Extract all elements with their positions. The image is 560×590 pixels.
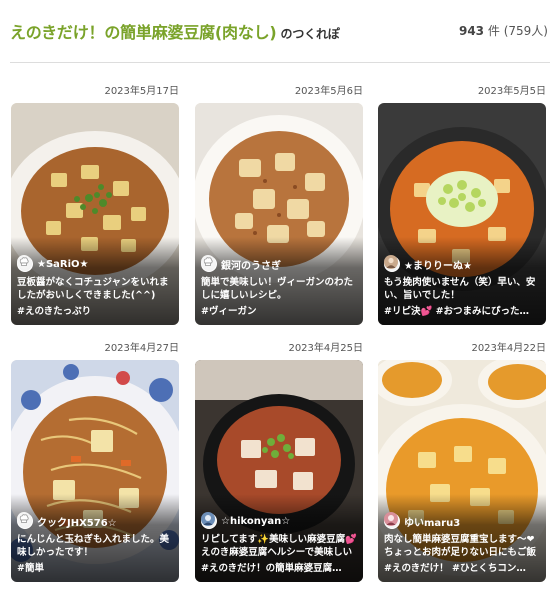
report-overlay: ★SaRiO★ 豆板醤がなくコチュジャンをいれましたがおいしくできました(^^)… xyxy=(17,255,173,319)
report-photo[interactable]: クックJHX576☆ にんじんと玉ねぎも入れました。美味しかったです！ #簡単 xyxy=(11,360,179,582)
report-tags[interactable]: #簡単 xyxy=(17,562,173,576)
report-photo[interactable]: ☆hikonyan☆ リピしてます✨美味しい麻婆豆腐💕えのき麻婆豆腐ヘルシーで美… xyxy=(195,360,363,582)
report-comment: リピしてます✨美味しい麻婆豆腐💕えのき麻婆豆腐ヘルシーで美味しい✨ご飯と一緒に美… xyxy=(201,534,357,558)
author-name: ゆいmaru3 xyxy=(404,517,461,529)
chef-hat-icon xyxy=(201,255,217,272)
page-header: えのきだけ！の簡単麻婆豆腐(肉なし) のつくれぽ 943 件 (759人) xyxy=(10,16,550,52)
report-date: 2023年5月5日 xyxy=(477,86,546,97)
report-photo[interactable]: ★SaRiO★ 豆板醤がなくコチュジャンをいれましたがおいしくできました(^^)… xyxy=(11,103,179,325)
chef-hat-icon xyxy=(17,512,33,529)
report-date: 2023年4月25日 xyxy=(288,343,363,354)
report-comment: もう挽肉使いません（笑）早い、安い、旨いでした！ xyxy=(384,277,536,301)
report-tags[interactable]: #ヴィーガン xyxy=(201,305,357,319)
report-date: 2023年4月22日 xyxy=(471,343,546,354)
report-photo[interactable]: ★まりりーぬ★ もう挽肉使いません（笑）早い、安い、旨いでした！ #リピ決💕 #… xyxy=(378,103,546,325)
title-suffix: のつくれぽ xyxy=(280,27,340,41)
report-author[interactable]: ★SaRiO★ xyxy=(17,255,173,273)
report-count-number: 943 xyxy=(458,24,485,38)
report-count-people: (759人) xyxy=(503,24,548,38)
user-photo-icon xyxy=(384,255,400,272)
report-overlay: ★まりりーぬ★ もう挽肉使いません（笑）早い、安い、旨いでした！ #リピ決💕 #… xyxy=(384,255,540,319)
report-photo[interactable]: ゆいmaru3 肉なし簡単麻婆豆腐重宝します〜❤ちょっとお肉が足りない日にもご飯… xyxy=(378,360,546,582)
report-comment: 豆板醤がなくコチュジャンをいれましたがおいしくできました(^^) xyxy=(17,277,169,301)
header-divider xyxy=(10,62,550,63)
report-author[interactable]: ★まりりーぬ★ xyxy=(384,255,540,273)
author-name: ☆hikonyan☆ xyxy=(221,515,291,527)
report-tags[interactable]: #えのきだけ！の簡単麻婆豆腐… xyxy=(201,562,357,576)
report-overlay: 銀河のうさぎ 簡単で美味しい！ヴィーガンのわたしに嬉しいレシピ。 #ヴィーガン xyxy=(201,255,357,319)
author-name: 銀河のうさぎ xyxy=(221,260,281,272)
report-count-unit: 件 xyxy=(487,24,500,38)
chef-hat-icon xyxy=(17,255,33,272)
report-comment: 肉なし簡単麻婆豆腐重宝します〜❤ちょっとお肉が足りない日にもご飯が進む系おかず、… xyxy=(384,534,537,558)
recipe-title-link[interactable]: えのきだけ！の簡単麻婆豆腐(肉なし) xyxy=(10,23,277,42)
report-comment: にんじんと玉ねぎも入れました。美味しかったです！ xyxy=(17,534,170,558)
report-photo[interactable]: 銀河のうさぎ 簡単で美味しい！ヴィーガンのわたしに嬉しいレシピ。 #ヴィーガン xyxy=(195,103,363,325)
report-author[interactable]: クックJHX576☆ xyxy=(17,512,173,530)
report-date: 2023年4月27日 xyxy=(104,343,179,354)
report-card[interactable]: 2023年4月25日 ☆hikonyan☆ リピしてます✨美味しい麻婆豆腐💕えの… xyxy=(195,342,363,582)
report-card[interactable]: 2023年4月22日 ゆいmaru3 肉なし簡単麻婆豆腐重宝します〜❤ちょっとお… xyxy=(378,342,546,582)
report-date: 2023年5月6日 xyxy=(294,86,363,97)
report-author[interactable]: ゆいmaru3 xyxy=(384,512,540,530)
author-name: クックJHX576☆ xyxy=(37,517,117,529)
user-photo-icon xyxy=(201,512,217,529)
report-comment: 簡単で美味しい！ヴィーガンのわたしに嬉しいレシピ。 xyxy=(201,277,354,301)
report-tags[interactable]: #えのきたっぷり xyxy=(17,305,173,319)
report-card[interactable]: 2023年5月6日 銀河のうさぎ 簡単で美味しい！ヴィーガンのわたしに嬉しいレシ… xyxy=(195,85,363,325)
report-count: 943 件 (759人) xyxy=(459,22,548,39)
report-author[interactable]: 銀河のうさぎ xyxy=(201,255,357,273)
author-name: ★SaRiO★ xyxy=(37,258,89,270)
report-overlay: ☆hikonyan☆ リピしてます✨美味しい麻婆豆腐💕えのき麻婆豆腐ヘルシーで美… xyxy=(201,512,357,576)
report-card[interactable]: 2023年4月27日 クックJHX576☆ にんじんと玉ねぎも入れました。美味し… xyxy=(11,342,179,582)
report-card[interactable]: 2023年5月5日 ★まりりーぬ★ もう挽肉使いません（笑）早い、安い、旨いでし… xyxy=(378,85,546,325)
report-overlay: ゆいmaru3 肉なし簡単麻婆豆腐重宝します〜❤ちょっとお肉が足りない日にもご飯… xyxy=(384,512,540,576)
page-title: えのきだけ！の簡単麻婆豆腐(肉なし) のつくれぽ xyxy=(10,19,340,43)
report-overlay: クックJHX576☆ にんじんと玉ねぎも入れました。美味しかったです！ #簡単 xyxy=(17,512,173,576)
report-date: 2023年5月17日 xyxy=(104,86,179,97)
report-tags[interactable]: #リピ決💕 #おつまみにぴった… xyxy=(384,305,540,319)
report-tags[interactable]: #えのきだけ！ #ひとくちコン… xyxy=(384,562,540,576)
report-card[interactable]: 2023年5月17日 ★SaRiO★ 豆板醤がなくコチュジャンをいれましたがおい… xyxy=(11,85,179,325)
report-author[interactable]: ☆hikonyan☆ xyxy=(201,512,357,530)
author-name: ★まりりーぬ★ xyxy=(404,260,472,272)
user-photo-icon xyxy=(384,512,400,529)
